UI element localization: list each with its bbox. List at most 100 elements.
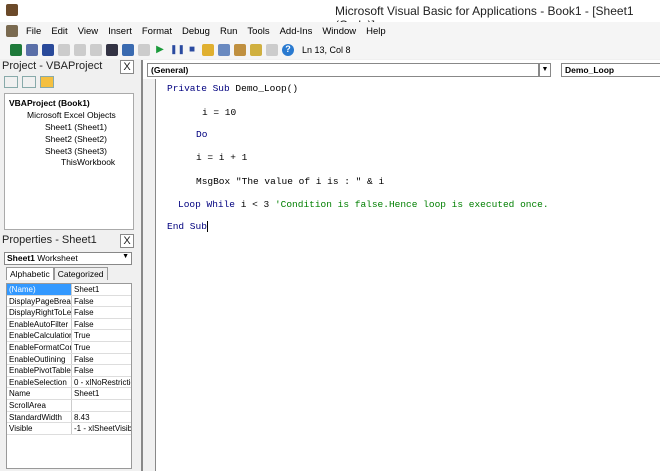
property-value[interactable]: Sheet1	[72, 388, 131, 399]
redo-icon[interactable]	[138, 43, 150, 56]
property-value[interactable]: 8.43	[72, 412, 131, 423]
property-row[interactable]: StandardWidth 8.43	[7, 411, 131, 424]
property-row[interactable]: EnableSelection0 - xlNoRestrictions	[7, 376, 131, 389]
tree-item-sheet3[interactable]: Sheet3 (Sheet3)	[45, 146, 107, 156]
find-icon[interactable]	[106, 43, 118, 56]
code-line[interactable]: Do	[196, 129, 207, 140]
property-value[interactable]: 0 - xlNoRestrictions	[72, 377, 131, 388]
undo-icon[interactable]	[122, 43, 134, 56]
break-icon[interactable]: ❚❚	[170, 44, 185, 56]
reset-icon[interactable]: ■	[186, 44, 198, 56]
insert-userform-icon[interactable]	[26, 43, 38, 56]
property-value[interactable]	[72, 400, 131, 411]
view-object-icon[interactable]	[22, 76, 36, 88]
tab-categorized[interactable]: Categorized	[53, 267, 108, 280]
view-code-icon[interactable]	[4, 76, 18, 88]
code-line[interactable]: Loop While i < 3 'Condition is false.Hen…	[178, 199, 549, 210]
menu-debug[interactable]: Debug	[182, 26, 210, 37]
property-name: DisplayPageBreak	[9, 295, 72, 307]
cursor-position: Ln 13, Col 8	[302, 44, 351, 55]
property-row[interactable]: EnableFormatCon True	[7, 341, 131, 354]
tree-item-sheet2[interactable]: Sheet2 (Sheet2)	[45, 134, 107, 144]
code-line[interactable]: Private Sub Demo_Loop()	[167, 83, 298, 94]
standard-toolbar: ▶ ❚❚ ■ ? Ln 13, Col 8	[0, 40, 660, 59]
code-line[interactable]: End Sub	[167, 221, 208, 232]
property-value[interactable]: False	[72, 319, 131, 330]
code-window: (General) ▼ Demo_Loop Private Sub Demo_L…	[141, 60, 660, 471]
cut-icon[interactable]	[58, 43, 70, 56]
object-type: Worksheet	[37, 253, 78, 263]
close-project-panel-button[interactable]: X	[120, 60, 134, 74]
menu-edit[interactable]: Edit	[51, 26, 67, 37]
menu-help[interactable]: Help	[366, 26, 386, 37]
property-value[interactable]: False	[72, 365, 131, 376]
save-icon[interactable]	[42, 43, 54, 56]
properties-panel-header: Properties - Sheet1 X	[2, 234, 136, 250]
code-text: "The value of i is : " & i	[230, 176, 385, 187]
property-name: EnableOutlining	[7, 353, 72, 365]
menu-app-icon[interactable]	[6, 25, 18, 37]
property-row[interactable]: Name Sheet1	[7, 388, 131, 400]
property-row[interactable]: DisplayRightToLef False	[7, 307, 131, 319]
object-selector[interactable]: Sheet1 Worksheet ▼	[4, 252, 132, 265]
property-row[interactable]: EnablePivotTable False	[7, 365, 131, 377]
code-line[interactable]: i = 10	[202, 107, 236, 118]
property-row[interactable]: EnableCalculation True	[7, 330, 131, 342]
run-icon[interactable]: ▶	[154, 44, 166, 56]
toolbox-icon[interactable]	[266, 43, 278, 56]
properties-tabs: Alphabetic Categorized	[6, 267, 108, 280]
property-name: DisplayRightToLef	[9, 307, 72, 318]
close-properties-panel-button[interactable]: X	[120, 234, 134, 248]
property-name: EnableFormatCon	[9, 341, 72, 353]
property-row[interactable]: ScrollArea	[7, 399, 131, 412]
menu-window[interactable]: Window	[322, 26, 356, 37]
keyword: Loop While	[178, 199, 236, 210]
design-mode-icon[interactable]	[202, 43, 214, 56]
menu-tools[interactable]: Tools	[247, 26, 269, 37]
property-row[interactable]: Visible-1 - xlSheetVisible	[7, 423, 131, 435]
properties-window-icon[interactable]	[234, 43, 246, 56]
tree-item-thisworkbook[interactable]: ThisWorkbook	[61, 157, 115, 167]
tree-item-excel-objects[interactable]: Microsoft Excel Objects	[27, 110, 116, 120]
procedure-combo[interactable]: Demo_Loop	[561, 63, 660, 77]
property-row[interactable]: EnableOutlining False	[7, 353, 131, 366]
tree-item-vbaproject[interactable]: VBAProject (Book1)	[9, 98, 90, 108]
menu-add-ins[interactable]: Add-Ins	[280, 26, 313, 37]
menu-format[interactable]: Format	[142, 26, 172, 37]
object-combo[interactable]: (General)	[147, 63, 539, 77]
tree-item-sheet1[interactable]: Sheet1 (Sheet1)	[45, 122, 107, 132]
menu-view[interactable]: View	[78, 26, 98, 37]
property-row[interactable]: EnableAutoFilter False	[7, 318, 131, 331]
property-row[interactable]: (Name) Sheet1	[7, 284, 131, 296]
tab-alphabetic[interactable]: Alphabetic	[6, 267, 54, 280]
property-value[interactable]: False	[72, 354, 131, 365]
help-icon[interactable]: ?	[282, 43, 294, 56]
property-value[interactable]: Sheet1	[72, 284, 131, 295]
code-line[interactable]: i = i + 1	[196, 152, 247, 163]
object-browser-icon[interactable]	[250, 43, 262, 56]
project-explorer-icon[interactable]	[218, 43, 230, 56]
chevron-down-icon[interactable]: ▼	[539, 63, 551, 77]
property-row[interactable]: DisplayPageBreak False	[7, 295, 131, 308]
menu-run[interactable]: Run	[220, 26, 237, 37]
menu-file[interactable]: File	[26, 26, 41, 37]
property-value[interactable]: False	[72, 296, 131, 307]
property-value[interactable]: True	[72, 342, 131, 353]
text-cursor	[206, 221, 208, 232]
code-line[interactable]: MsgBox "The value of i is : " & i	[196, 176, 384, 187]
code-text: Demo_Loop()	[229, 83, 299, 94]
title-bar: Microsoft Visual Basic for Applications …	[0, 0, 660, 32]
property-value[interactable]: -1 - xlSheetVisible	[72, 423, 131, 434]
keyword: End Sub	[167, 221, 207, 233]
chevron-down-icon[interactable]: ▼	[122, 253, 129, 260]
property-value[interactable]: True	[72, 330, 131, 341]
property-name: EnableCalculation	[9, 330, 72, 341]
vba-app-icon	[6, 4, 18, 16]
menu-insert[interactable]: Insert	[108, 26, 132, 37]
paste-icon[interactable]	[90, 43, 102, 56]
copy-icon[interactable]	[74, 43, 86, 56]
toggle-folders-icon[interactable]	[40, 76, 54, 88]
excel-icon[interactable]	[10, 43, 22, 56]
property-value[interactable]: False	[72, 307, 131, 318]
property-name: EnableAutoFilter	[7, 318, 72, 330]
